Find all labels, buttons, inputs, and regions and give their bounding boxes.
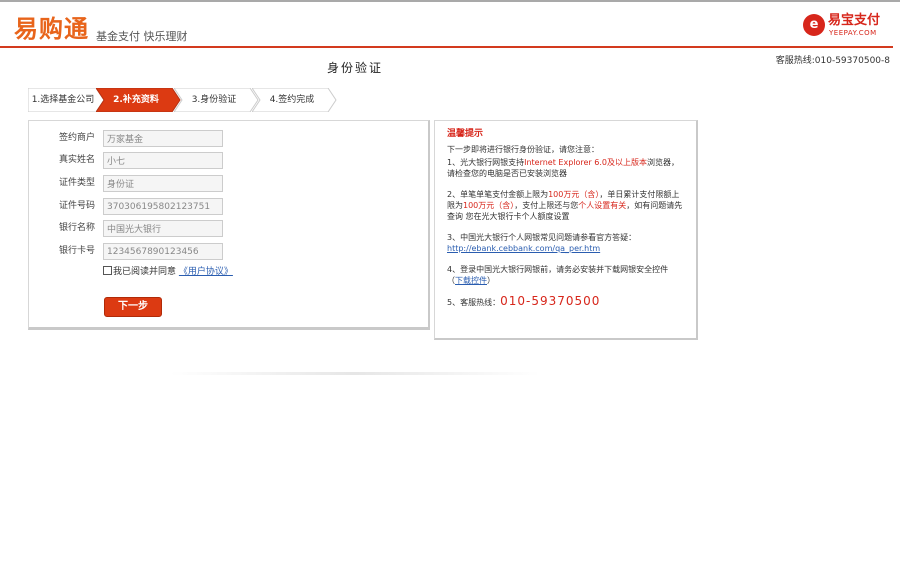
page-title: 身份验证 [326, 61, 383, 75]
top-border [0, 0, 900, 2]
verification-form: 签约商户 真实姓名 证件类型 证件号码 银行名称 银行卡号 我已阅读并同意 《用… [28, 120, 430, 330]
service-hotline: 客服热线:010-59370500-8 [775, 56, 890, 66]
tip-faq: 3、中国光大银行个人网银常见问题请参看官方答疑： http://ebank.ce… [447, 233, 637, 253]
step-sign-complete: 4.签约完成 [252, 88, 337, 112]
tips-panel: 温馨提示 下一步即将进行银行身份验证，请您注意： 1、光大银行网银支持Inter… [434, 120, 698, 340]
yeepay-brand-en: YEEPAY.COM [829, 29, 877, 37]
step-select-fund: 1.选择基金公司 [28, 88, 105, 112]
agreement-row: 我已阅读并同意 《用户协议》 [103, 266, 233, 278]
merchant-input[interactable] [103, 130, 223, 147]
tips-intro: 下一步即将进行银行身份验证，请您注意： [447, 145, 599, 154]
tips-title: 温馨提示 [447, 129, 484, 139]
agree-checkbox[interactable] [103, 266, 112, 275]
tip-browser: 1、光大银行网银支持Internet Explorer 6.0及以上版本浏览器，… [447, 158, 679, 178]
yeepay-icon: e [803, 14, 825, 36]
bank-name-input[interactable] [103, 220, 223, 237]
user-agreement-link[interactable]: 《用户协议》 [179, 267, 233, 277]
next-step-button[interactable]: 下一步 [104, 297, 162, 317]
yigoutong-logo: 易购通 [14, 15, 89, 43]
faq-link[interactable]: http://ebank.cebbank.com/qa_per.htm [447, 244, 600, 253]
download-control-link[interactable]: 下载控件 [455, 276, 487, 285]
id-type-input[interactable] [103, 175, 223, 192]
agree-text: 我已阅读并同意 [113, 267, 177, 277]
tip-hotline: 5、客服热线：010-59370500 [447, 294, 601, 308]
yeepay-brand-cn: 易宝支付 [828, 13, 881, 28]
divider-shadow [170, 372, 540, 375]
step-supplement-info: 2.补充资料 [96, 88, 181, 112]
tip-payment-limit: 2、单笔单笔支付金额上限为100万元（含），单日累计支付限额上限为100万元（含… [447, 190, 683, 221]
slogan: 基金支付 快乐理财 [96, 30, 188, 43]
tip-security-control: 4、登录中国光大银行网银前，请务必安装并下载网银安全控件（下载控件） [447, 265, 669, 285]
step-identity-verify: 3.身份验证 [174, 88, 259, 112]
yeepay-logo: e 易宝支付 YEEPAY.COM [803, 12, 893, 40]
real-name-input[interactable] [103, 152, 223, 169]
card-number-input[interactable] [103, 243, 223, 260]
header-divider [0, 46, 893, 48]
id-number-input[interactable] [103, 198, 223, 215]
